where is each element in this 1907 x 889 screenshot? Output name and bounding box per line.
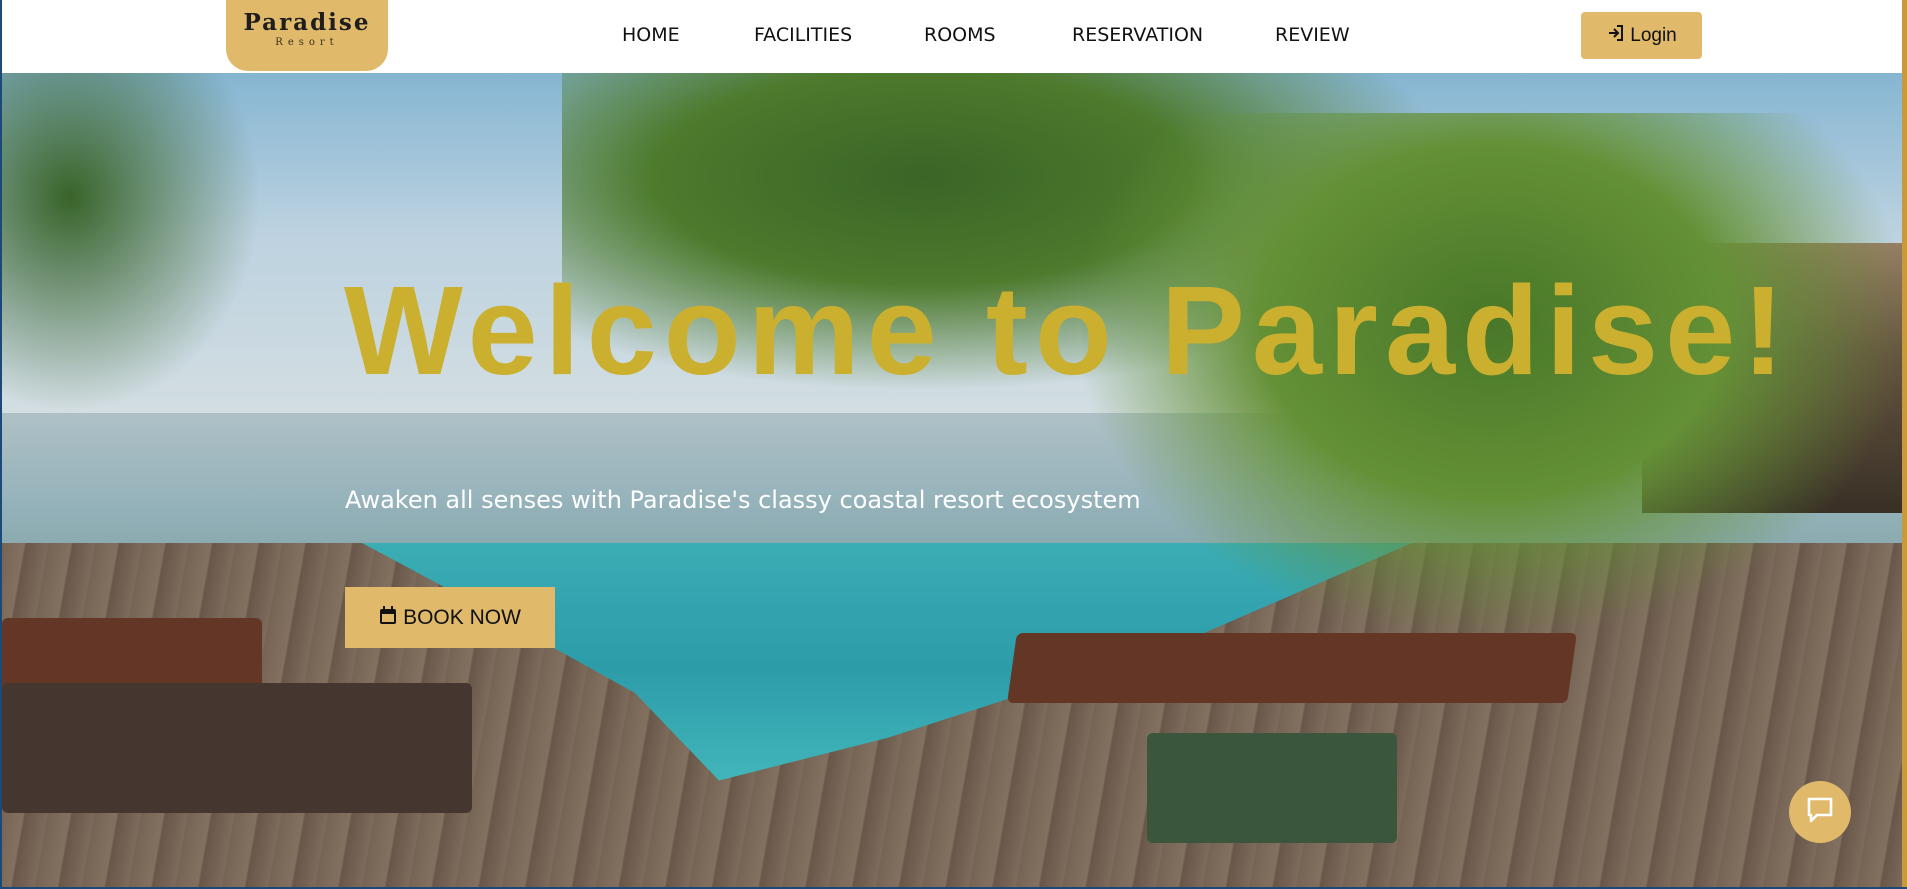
sign-in-icon <box>1606 23 1626 48</box>
site-header: Paradise Resort HOME FACILITIES ROOMS RE… <box>2 0 1902 73</box>
page: Paradise Resort HOME FACILITIES ROOMS RE… <box>2 0 1902 887</box>
login-button[interactable]: Login <box>1581 12 1702 59</box>
hero-subtitle: Awaken all senses with Paradise's classy… <box>345 486 1141 514</box>
login-label: Login <box>1630 24 1677 46</box>
calendar-icon <box>379 605 397 630</box>
hero-section: Welcome to Paradise! Awaken all senses w… <box>2 73 1902 887</box>
book-now-button[interactable]: BOOK NOW <box>345 587 555 648</box>
nav-home[interactable]: HOME <box>622 24 680 46</box>
book-now-label: BOOK NOW <box>403 605 521 629</box>
nav-reservation[interactable]: RESERVATION <box>1072 24 1203 46</box>
nav-rooms[interactable]: ROOMS <box>924 24 996 46</box>
nav-facilities[interactable]: FACILITIES <box>754 24 852 46</box>
nav-review[interactable]: REVIEW <box>1275 24 1350 46</box>
chat-button[interactable] <box>1789 781 1851 843</box>
hero-background-image <box>2 73 1902 887</box>
hero-title: Welcome to Paradise! <box>344 260 1792 401</box>
window-edge <box>1902 0 1907 889</box>
chat-bubble-icon <box>1805 795 1835 830</box>
